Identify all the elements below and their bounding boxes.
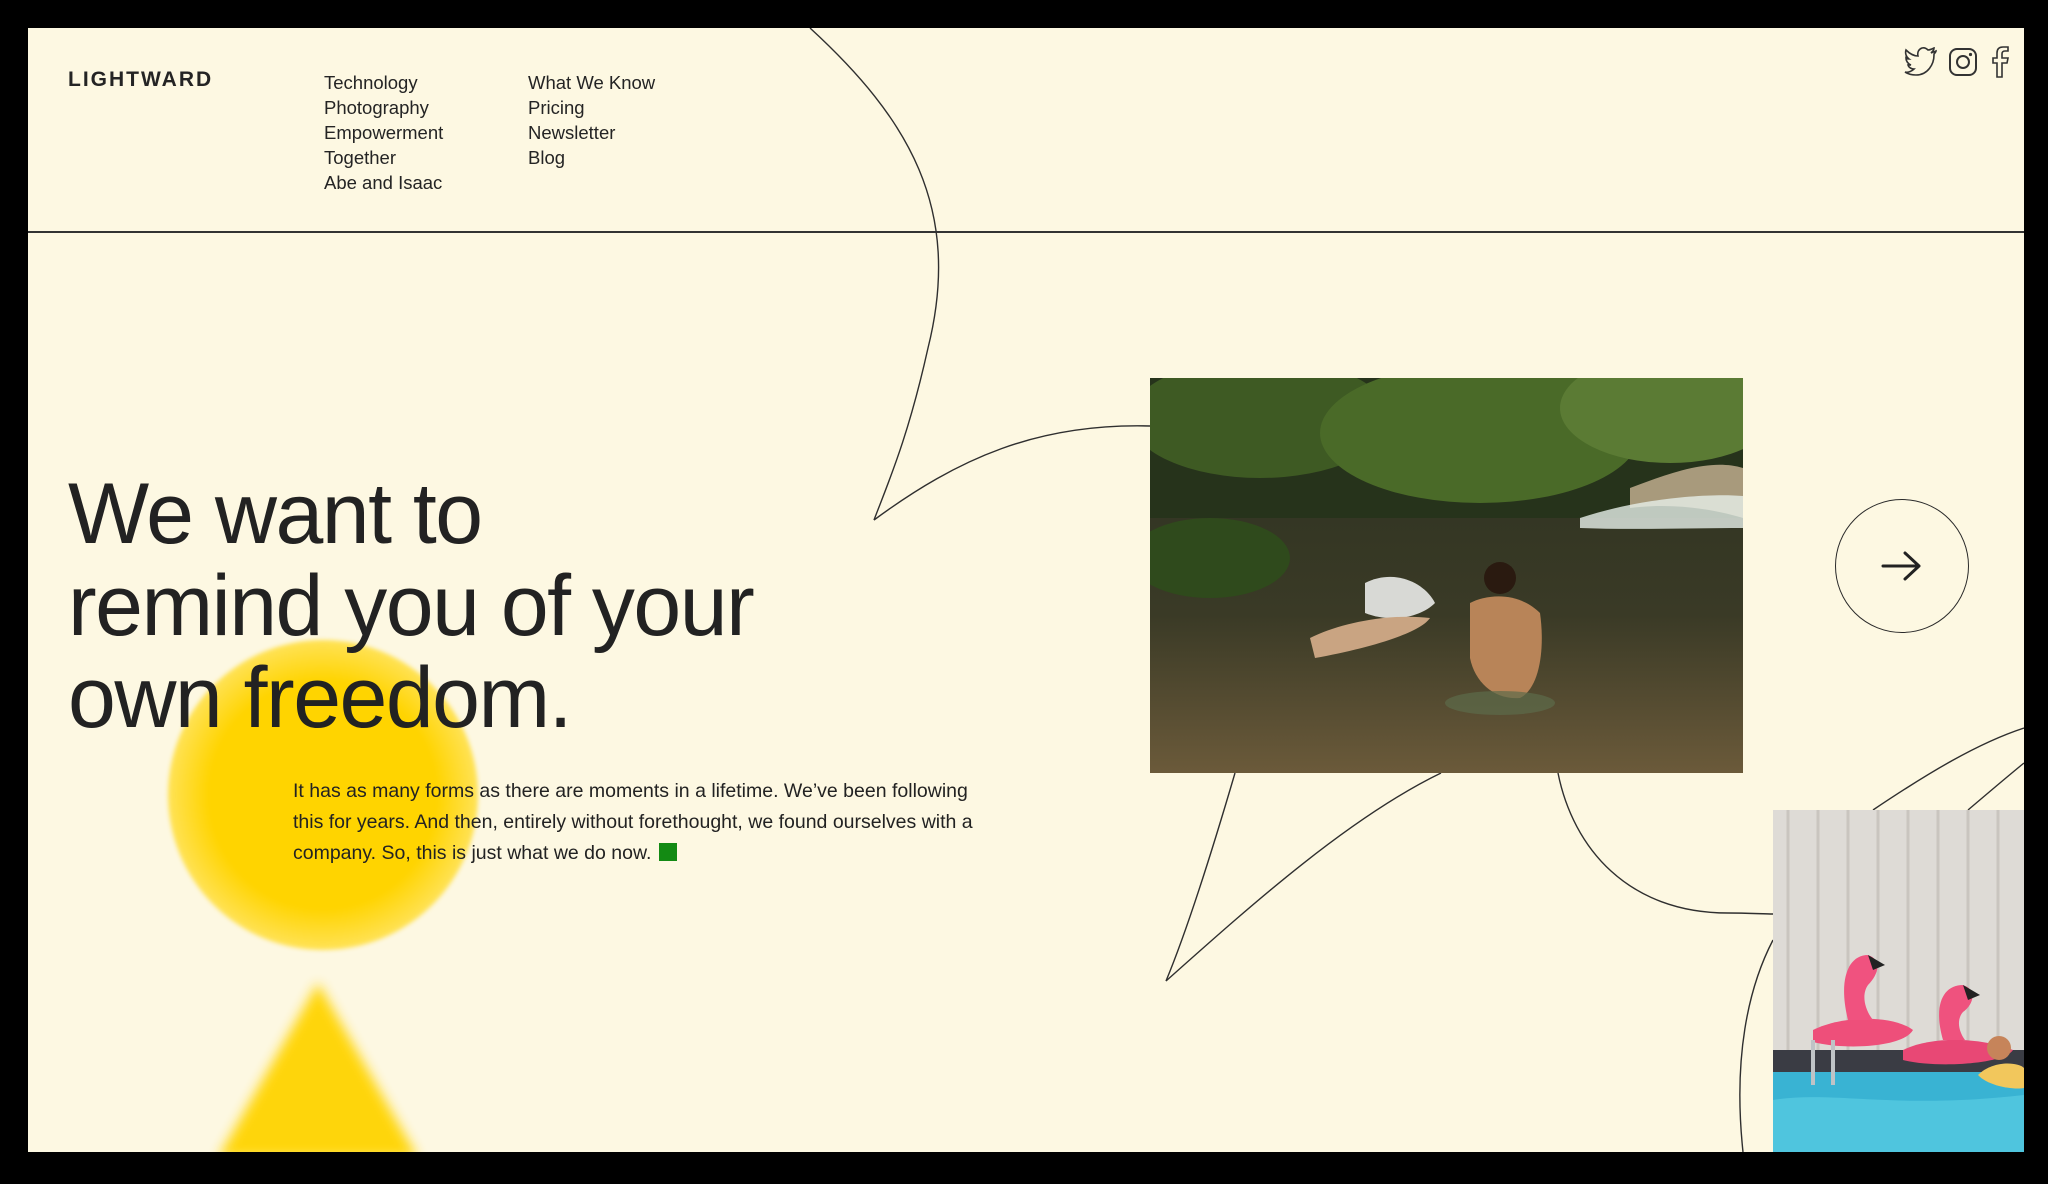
yellow-triangle-shape (218, 983, 418, 1152)
headline-line-3: own freedom. (68, 650, 573, 746)
nav-item-pricing[interactable]: Pricing (528, 95, 655, 120)
twitter-icon[interactable] (1904, 46, 1938, 82)
nav-column-primary: Technology Photography Empowerment Toget… (324, 70, 443, 195)
hero-body-text: It has as many forms as there are moment… (293, 780, 973, 864)
instagram-icon[interactable] (1948, 47, 1978, 82)
arrow-right-icon (1881, 551, 1921, 581)
photo-swimmers-river (1150, 378, 1743, 773)
brand-logo[interactable]: LIGHTWARD (68, 68, 213, 92)
nav-item-photography[interactable]: Photography (324, 95, 443, 120)
nav-column-secondary: What We Know Pricing Newsletter Blog (528, 70, 655, 170)
stop-square-icon (659, 843, 678, 861)
photo-flamingo-pool (1773, 810, 2024, 1152)
nav-item-together[interactable]: Together (324, 145, 443, 170)
hero-headline: We want to remind you of your own freedo… (68, 466, 755, 746)
nav-item-technology[interactable]: Technology (324, 70, 443, 95)
headline-line-2: remind you of your (68, 558, 755, 654)
nav-item-blog[interactable]: Blog (528, 145, 655, 170)
nav-item-newsletter[interactable]: Newsletter (528, 120, 655, 145)
page: LIGHTWARD Technology Photography Empower… (28, 28, 2024, 1152)
next-slide-button[interactable] (1835, 499, 1969, 633)
headline-line-1: We want to (68, 466, 483, 562)
hero-body: It has as many forms as there are moment… (293, 776, 983, 869)
nav-item-what-we-know[interactable]: What We Know (528, 70, 655, 95)
header-divider (28, 231, 2024, 233)
social-links (1904, 46, 2010, 83)
facebook-icon[interactable] (1988, 46, 2010, 83)
nav-item-empowerment[interactable]: Empowerment (324, 120, 443, 145)
nav-item-abe-and-isaac[interactable]: Abe and Isaac (324, 170, 443, 195)
